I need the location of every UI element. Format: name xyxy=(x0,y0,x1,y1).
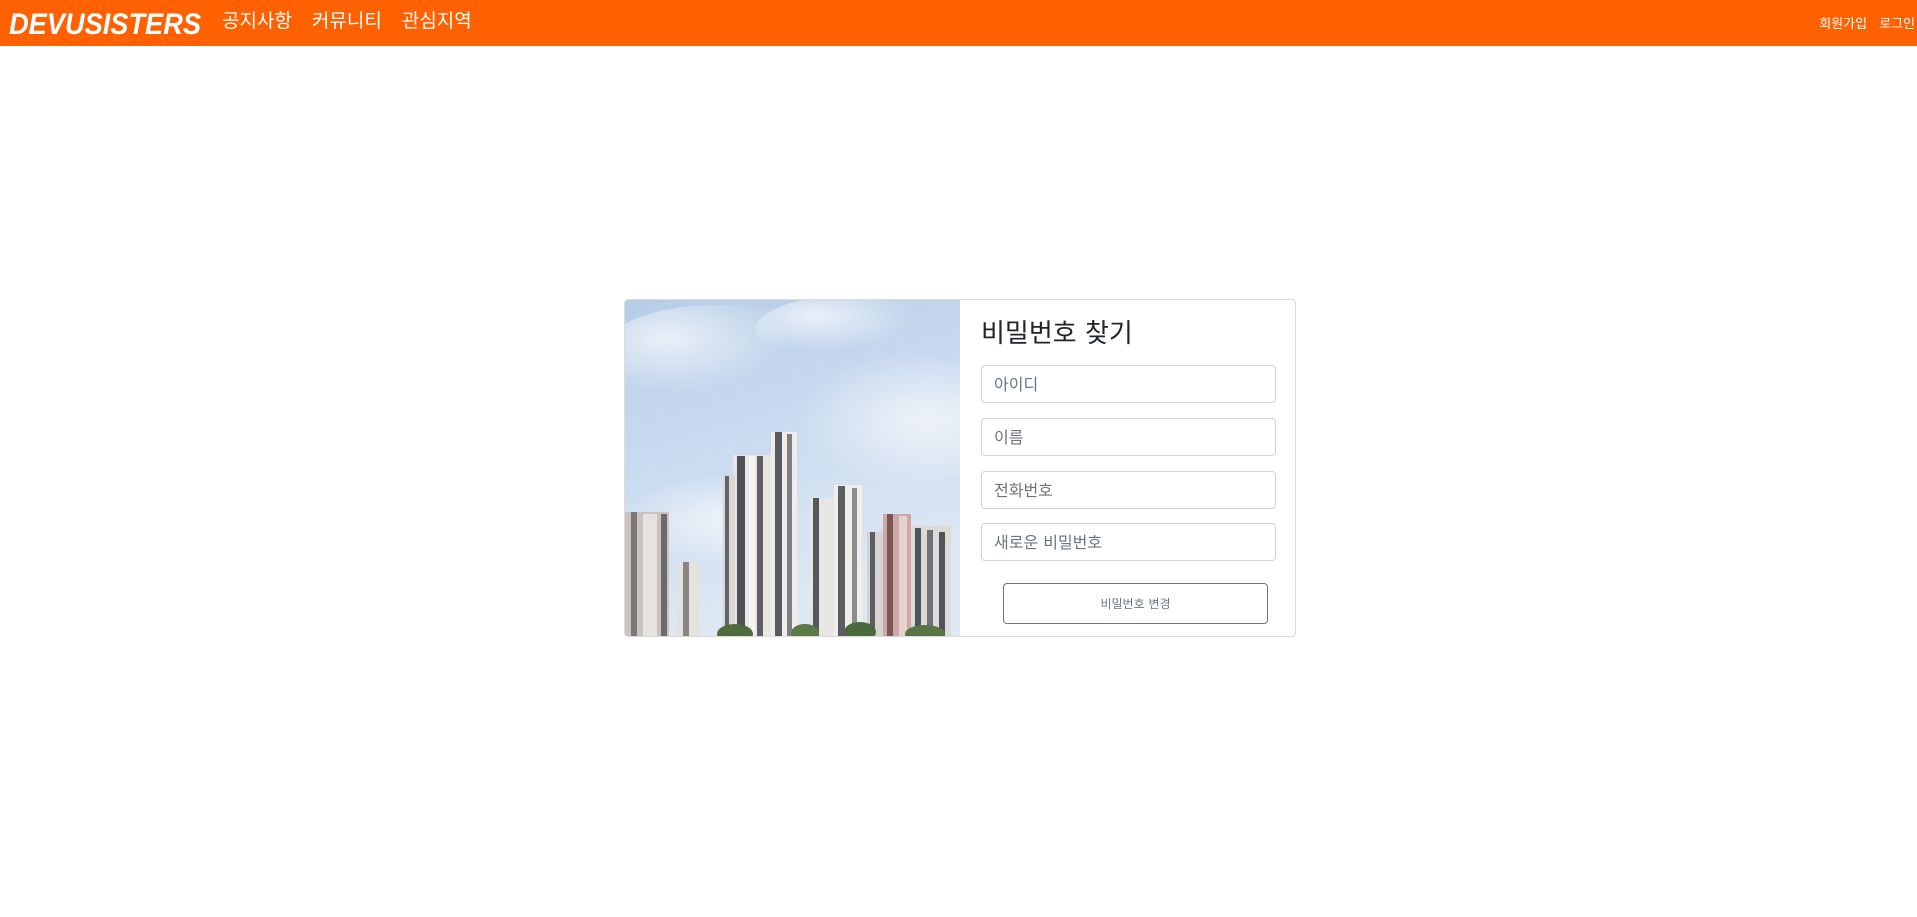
nav-link-interest-area[interactable]: 관심지역 xyxy=(402,10,472,32)
find-password-form: 비밀번호 찾기 비밀번호 변경 xyxy=(960,300,1295,636)
login-link[interactable]: 로그인 xyxy=(1879,13,1915,32)
brand-logo-text: DEVUSISTERS xyxy=(9,8,201,39)
apartment-photo xyxy=(625,300,960,636)
name-input[interactable] xyxy=(981,418,1276,456)
nav-link-notice[interactable]: 공지사항 xyxy=(222,10,292,32)
phone-input[interactable] xyxy=(981,471,1276,509)
signup-link[interactable]: 회원가입 xyxy=(1819,13,1867,32)
change-password-button[interactable]: 비밀번호 변경 xyxy=(1003,583,1268,624)
new-password-input[interactable] xyxy=(981,523,1276,561)
top-navbar: DEVUSISTERS 공지사항 커뮤니티 관심지역 회원가입 로그인 xyxy=(0,0,1917,46)
id-input[interactable] xyxy=(981,365,1276,403)
form-title: 비밀번호 찾기 xyxy=(981,319,1133,349)
find-password-card: 비밀번호 찾기 비밀번호 변경 xyxy=(624,299,1296,637)
main-nav: 공지사항 커뮤니티 관심지역 xyxy=(222,0,492,46)
brand-logo[interactable]: DEVUSISTERS xyxy=(9,7,203,39)
nav-link-community[interactable]: 커뮤니티 xyxy=(312,10,382,32)
auth-links: 회원가입 로그인 xyxy=(1819,0,1917,46)
